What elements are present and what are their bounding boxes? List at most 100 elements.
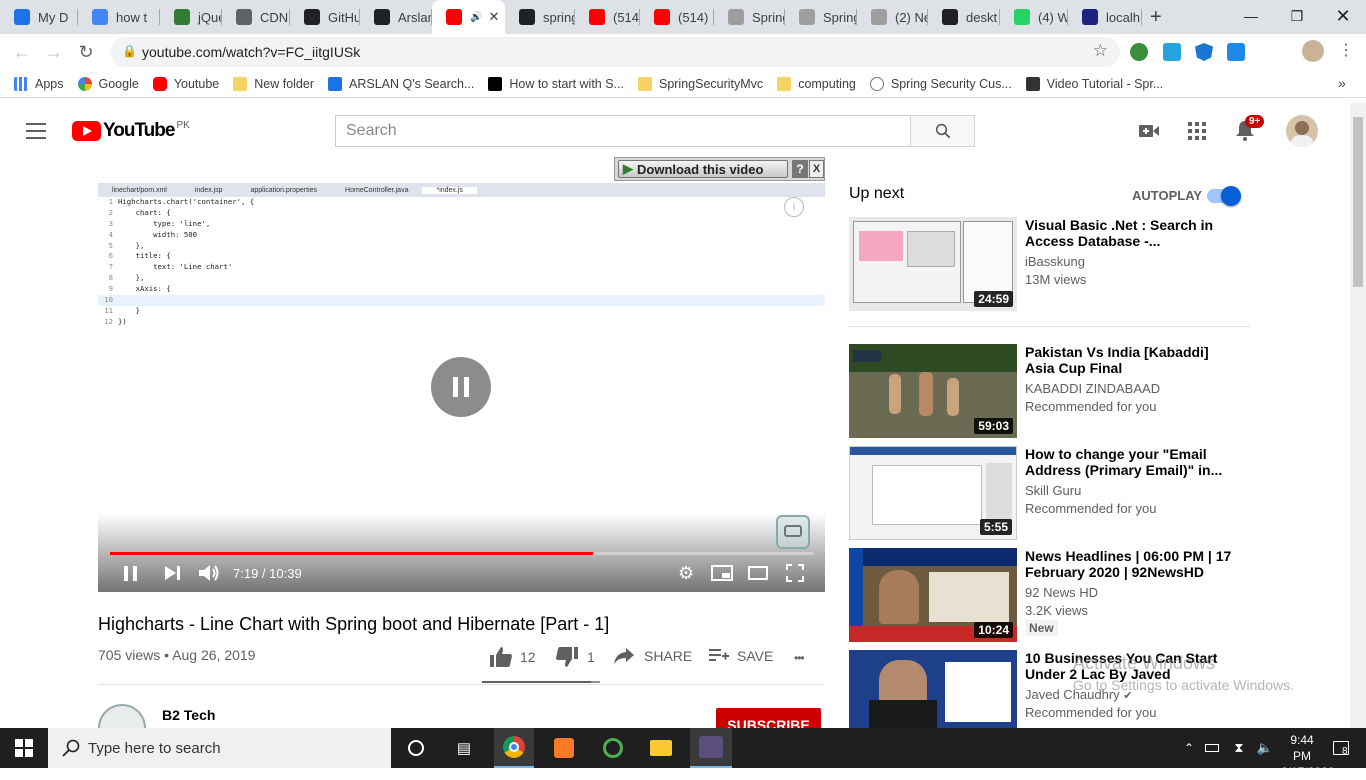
extension-globe-icon[interactable] [1130, 43, 1148, 61]
miniplayer-button[interactable] [711, 560, 733, 586]
bookmark-star-icon[interactable]: ☆ [1093, 41, 1108, 61]
browser-tab[interactable]: spring [505, 0, 575, 34]
apps-grid-icon[interactable] [1188, 122, 1206, 140]
wifi-icon[interactable]: ⧗ [1228, 728, 1250, 768]
recommended-video[interactable]: 10:24 News Headlines | 06:00 PM | 17 Feb… [849, 548, 1249, 644]
save-button[interactable]: SAVE [709, 648, 773, 664]
battery-icon[interactable] [1203, 728, 1221, 768]
profile-avatar[interactable] [1302, 40, 1324, 62]
taskbar-file-explorer[interactable] [641, 728, 681, 768]
task-view-button[interactable]: ▤ [444, 728, 484, 768]
subscribe-button[interactable]: SUBSCRIBE [716, 708, 821, 730]
start-button[interactable] [0, 728, 48, 768]
bookmark-item[interactable]: Video Tutorial - Spr... [1025, 76, 1163, 91]
video-title[interactable]: Visual Basic .Net : Search in Access Dat… [1025, 217, 1240, 249]
extension-shield-icon[interactable] [1195, 43, 1213, 61]
next-button[interactable] [165, 560, 181, 586]
bookmark-item[interactable]: Spring Security Cus... [869, 76, 1012, 91]
video-thumbnail[interactable]: 5:55 [849, 446, 1017, 540]
search-input[interactable]: Search [335, 115, 911, 147]
taskbar-xampp[interactable] [544, 728, 584, 768]
create-video-icon[interactable] [1139, 123, 1159, 139]
bookmark-item[interactable]: New folder [233, 76, 314, 91]
browser-tab[interactable]: (514) [640, 0, 714, 34]
browser-tab-active[interactable]: 🔊 ✕ [432, 0, 505, 34]
info-icon[interactable]: i [784, 197, 804, 217]
browser-tab[interactable]: deskt [928, 0, 1000, 34]
system-clock[interactable]: 9:44 PM 2/17/2020 [1281, 732, 1334, 780]
progress-bar[interactable] [110, 552, 813, 555]
theater-mode-button[interactable] [748, 560, 768, 586]
bookmark-item[interactable]: Google [77, 76, 139, 91]
more-actions-button[interactable]: ••• [794, 651, 805, 665]
taskbar-ide[interactable] [690, 728, 732, 768]
video-thumbnail[interactable]: 10:24 [849, 548, 1017, 642]
browser-tab[interactable]: Spring [785, 0, 857, 34]
channel-name[interactable]: B2 Tech [162, 707, 215, 723]
bookmark-item[interactable]: Apps [14, 76, 64, 91]
tab-close-icon[interactable]: ✕ [488, 9, 499, 25]
browser-tab[interactable]: (2) Ne [857, 0, 928, 34]
video-title[interactable]: News Headlines | 06:00 PM | 17 February … [1025, 548, 1240, 580]
tab-audio-icon[interactable]: 🔊 [470, 12, 482, 23]
autoplay-toggle[interactable] [1207, 186, 1241, 206]
extension-sync-icon[interactable] [1163, 43, 1181, 61]
bookmark-item[interactable]: How to start with S... [488, 76, 624, 91]
fullscreen-button[interactable] [786, 560, 804, 586]
taskbar-app-green[interactable] [593, 728, 633, 768]
recommended-video[interactable]: 24:59 Visual Basic .Net : Search in Acce… [849, 217, 1249, 317]
browser-tab[interactable]: Spring [714, 0, 785, 34]
share-button[interactable]: SHARE [614, 648, 692, 664]
cortana-button[interactable] [396, 728, 436, 768]
channel-avatar[interactable] [98, 704, 146, 730]
pause-button[interactable] [124, 560, 137, 586]
youtube-logo[interactable]: YouTube PK [72, 120, 190, 142]
close-window-button[interactable]: ✕ [1320, 0, 1366, 32]
hamburger-menu-icon[interactable] [26, 123, 46, 139]
show-hidden-icons[interactable]: ⌃ [1180, 728, 1198, 768]
browser-tab[interactable]: localh [1068, 0, 1142, 34]
pause-overlay-icon[interactable] [431, 357, 491, 417]
bookmark-item[interactable]: Youtube [152, 76, 219, 91]
browser-tab[interactable]: (4) W [1000, 0, 1068, 34]
scrollbar-thumb[interactable] [1353, 117, 1363, 287]
browser-tab[interactable]: jQuer [160, 0, 222, 34]
bookmark-item[interactable]: ARSLAN Q's Search... [328, 76, 474, 91]
chrome-menu-icon[interactable]: ⋮ [1338, 40, 1354, 60]
new-tab-button[interactable]: + [1150, 6, 1162, 29]
channel-watermark-icon[interactable] [776, 515, 810, 549]
taskbar-chrome[interactable] [494, 728, 534, 768]
download-close-button[interactable]: X [809, 160, 824, 178]
maximize-button[interactable]: ❐ [1274, 0, 1320, 32]
browser-tab[interactable]: CDN [222, 0, 290, 34]
download-help-button[interactable]: ? [792, 160, 808, 178]
forward-button[interactable]: → [40, 38, 68, 66]
video-thumbnail[interactable] [849, 650, 1017, 728]
bookmark-item[interactable]: computing [777, 76, 856, 91]
settings-gear-icon[interactable]: ⚙ [678, 560, 694, 586]
page-scrollbar[interactable] [1350, 103, 1366, 728]
back-button[interactable]: ← [8, 38, 36, 66]
download-video-button[interactable]: ▶ Download this video [618, 160, 788, 178]
like-button[interactable]: 12 [490, 647, 536, 667]
browser-tab[interactable]: My D [0, 0, 78, 34]
video-thumbnail[interactable]: 24:59 [849, 217, 1017, 311]
dislike-button[interactable]: 1 [556, 647, 595, 667]
taskbar-search-box[interactable]: Type here to search [48, 728, 391, 768]
bookmark-item[interactable]: SpringSecurityMvc [637, 76, 763, 91]
browser-tab[interactable]: Arslar [360, 0, 432, 34]
video-title[interactable]: Pakistan Vs India [Kabaddi] Asia Cup Fin… [1025, 344, 1240, 376]
volume-button[interactable] [199, 560, 221, 586]
account-avatar[interactable] [1286, 115, 1318, 147]
bookmarks-overflow-icon[interactable]: » [1338, 75, 1346, 91]
browser-tab[interactable]: (514) [575, 0, 640, 34]
speaker-icon[interactable]: 🔈 [1256, 728, 1274, 768]
video-player[interactable]: linechart/pom.xml index.jsp application.pr… [98, 183, 825, 592]
action-center-button[interactable]: 8 [1324, 728, 1358, 768]
browser-tab[interactable]: GitHu [290, 0, 360, 34]
recommended-video[interactable]: 59:03 Pakistan Vs India [Kabaddi] Asia C… [849, 344, 1249, 440]
search-button[interactable] [910, 115, 975, 147]
video-thumbnail[interactable]: 59:03 [849, 344, 1017, 438]
video-title[interactable]: How to change your "Email Address (Prima… [1025, 446, 1240, 478]
browser-tab[interactable]: how t [78, 0, 160, 34]
